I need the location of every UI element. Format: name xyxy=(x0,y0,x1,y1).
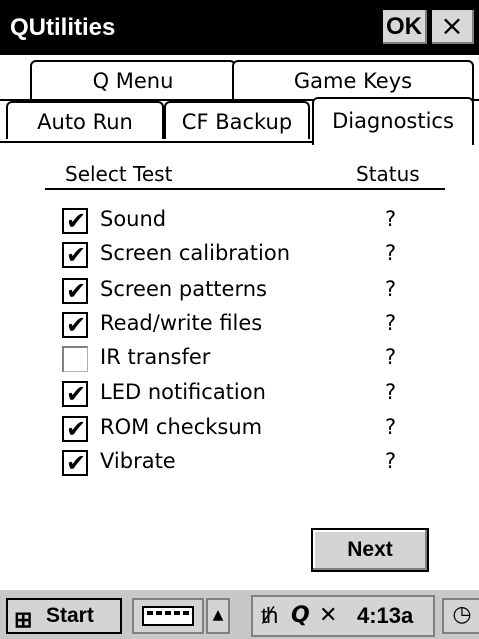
test-status: ? xyxy=(385,207,397,231)
tab-auto-run[interactable]: Auto Run xyxy=(6,101,164,139)
test-label: Vibrate xyxy=(100,449,176,473)
keyboard-button[interactable] xyxy=(132,598,204,634)
checkmark-icon: ✔ xyxy=(66,241,87,269)
next-button[interactable]: Next xyxy=(311,528,429,572)
screen-patterns-checkbox[interactable]: ✔ xyxy=(62,277,88,305)
select-test-header: Select Test xyxy=(65,162,173,186)
close-button[interactable]: × xyxy=(432,10,474,44)
test-status: ? xyxy=(385,277,397,301)
test-label: IR transfer xyxy=(100,345,211,369)
test-status: ? xyxy=(385,415,397,439)
start-button[interactable]: ⊞ Start xyxy=(6,598,122,634)
system-tray: ᵺ Q ✕ 4:13a xyxy=(251,595,435,637)
sound-checkbox[interactable]: ✔ xyxy=(62,207,88,235)
taskbar: ⊞ Start ▲ ᵺ Q ✕ 4:13a ◷ xyxy=(0,588,479,639)
checkmark-icon: ✔ xyxy=(66,380,87,408)
test-label: Screen patterns xyxy=(100,277,267,301)
status-header: Status xyxy=(356,162,420,186)
rom-checksum-checkbox[interactable]: ✔ xyxy=(62,415,88,443)
test-status: ? xyxy=(385,241,397,265)
input-menu-button[interactable]: ▲ xyxy=(206,598,230,634)
tab-cf-backup[interactable]: CF Backup xyxy=(164,101,310,139)
connectivity-icon[interactable]: ᵺ xyxy=(261,603,278,629)
test-status: ? xyxy=(385,380,397,404)
led-notification-checkbox[interactable]: ✔ xyxy=(62,380,88,408)
window-title: QUtilities xyxy=(10,14,116,41)
tab-q-menu[interactable]: Q Menu xyxy=(30,60,236,100)
test-status: ? xyxy=(385,449,397,473)
header-divider xyxy=(45,188,445,190)
test-row-screen-calibration[interactable]: ✔ Screen calibration ? xyxy=(62,240,422,270)
title-bar: QUtilities OK × xyxy=(0,0,479,55)
test-row-vibrate[interactable]: ✔ Vibrate ? xyxy=(62,448,422,478)
test-label: Read/write files xyxy=(100,311,263,335)
clock-button[interactable]: ◷ xyxy=(442,598,479,634)
test-label: Screen calibration xyxy=(100,241,291,265)
tab-game-keys[interactable]: Game Keys xyxy=(232,60,474,100)
windows-flag-icon: ⊞ xyxy=(14,607,33,632)
read-write-files-checkbox[interactable]: ✔ xyxy=(62,311,88,339)
test-status: ? xyxy=(385,311,397,335)
test-row-rom-checksum[interactable]: ✔ ROM checksum ? xyxy=(62,414,422,444)
test-label: LED notification xyxy=(100,380,266,404)
test-row-ir-transfer[interactable]: IR transfer ? xyxy=(62,344,422,374)
start-label: Start xyxy=(46,604,94,627)
vibrate-checkbox[interactable]: ✔ xyxy=(62,449,88,477)
test-status: ? xyxy=(385,345,397,369)
tab-diagnostics[interactable]: Diagnostics xyxy=(312,97,474,145)
test-row-led-notification[interactable]: ✔ LED notification ? xyxy=(62,379,422,409)
test-label: ROM checksum xyxy=(100,415,263,439)
volume-muted-icon[interactable]: ✕ xyxy=(319,603,337,628)
screen-calibration-checkbox[interactable]: ✔ xyxy=(62,241,88,269)
up-arrow-icon: ▲ xyxy=(212,607,224,623)
clock-time[interactable]: 4:13a xyxy=(357,603,413,629)
checkmark-icon: ✔ xyxy=(66,311,87,339)
ok-button[interactable]: OK xyxy=(383,10,427,44)
checkmark-icon: ✔ xyxy=(66,207,87,235)
checkmark-icon: ✔ xyxy=(66,415,87,443)
tab-strip: Q Menu Game Keys Auto Run CF Backup Diag… xyxy=(0,55,479,145)
q-icon[interactable]: Q xyxy=(291,603,310,628)
keyboard-icon xyxy=(142,606,194,626)
clock-icon: ◷ xyxy=(452,602,472,627)
test-row-read-write-files[interactable]: ✔ Read/write files ? xyxy=(62,310,422,340)
test-row-sound[interactable]: ✔ Sound ? xyxy=(62,206,422,236)
checkmark-icon: ✔ xyxy=(66,277,87,305)
test-label: Sound xyxy=(100,207,167,231)
ir-transfer-checkbox[interactable] xyxy=(62,346,88,372)
test-row-screen-patterns[interactable]: ✔ Screen patterns ? xyxy=(62,276,422,306)
checkmark-icon: ✔ xyxy=(66,449,87,477)
